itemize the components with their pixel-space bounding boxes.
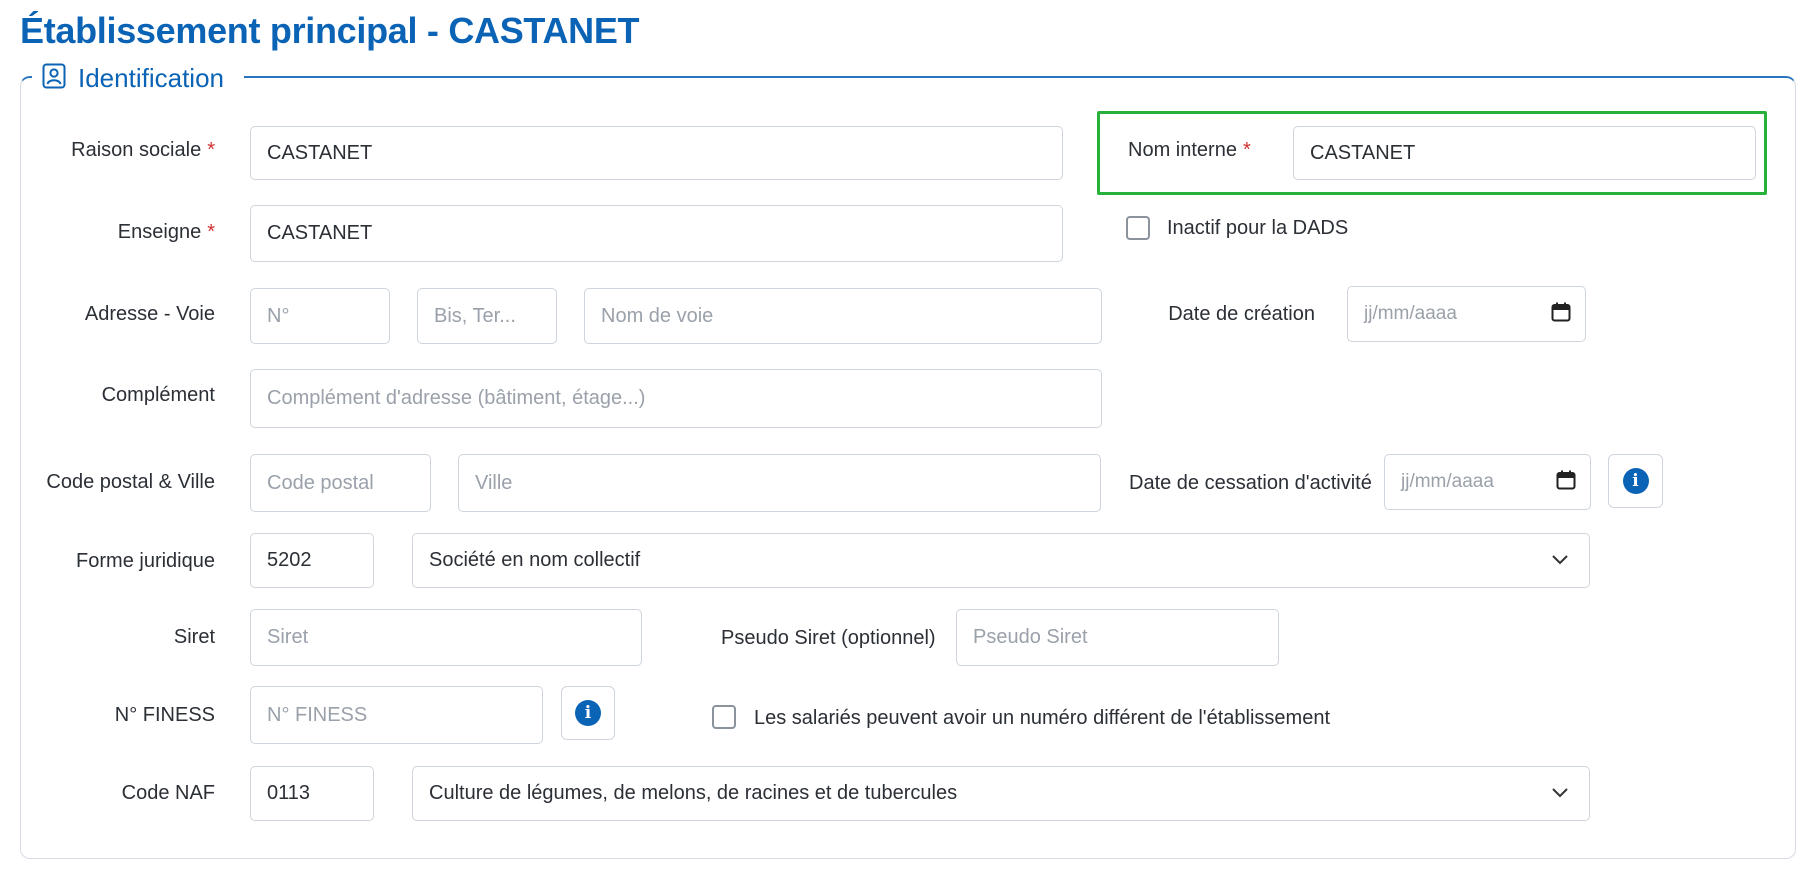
- code-naf-code-input[interactable]: [250, 766, 374, 821]
- section-title: Identification: [78, 62, 224, 93]
- date-creation-placeholder: jj/mm/aaaa: [1364, 303, 1457, 324]
- code-postal-ville-label: Code postal & Ville: [46, 471, 215, 493]
- nom-interne-input[interactable]: [1293, 126, 1756, 180]
- section-legend: Identification: [32, 58, 244, 98]
- adresse-bis-input[interactable]: [417, 288, 557, 344]
- date-cessation-input[interactable]: jj/mm/aaaa: [1384, 454, 1591, 510]
- info-icon: i: [575, 700, 601, 726]
- chevron-down-icon: [1551, 549, 1569, 572]
- code-naf-select[interactable]: Culture de légumes, de melons, de racine…: [412, 766, 1590, 821]
- nom-interne-label: Nom interne *: [1128, 139, 1251, 161]
- inactif-dads-label: Inactif pour la DADS: [1167, 217, 1349, 239]
- enseigne-input[interactable]: [250, 205, 1063, 262]
- required-mark: *: [207, 221, 215, 243]
- salaries-numero-label: Les salariés peuvent avoir un numéro dif…: [754, 707, 1331, 729]
- raison-sociale-input[interactable]: [250, 126, 1063, 180]
- forme-juridique-code-input[interactable]: [250, 533, 374, 588]
- siret-label: Siret: [173, 626, 215, 648]
- info-icon: i: [1622, 468, 1649, 494]
- calendar-icon[interactable]: [1551, 302, 1571, 327]
- complement-label: Complément: [101, 384, 215, 406]
- date-cessation-info-button[interactable]: i: [1608, 454, 1663, 508]
- adresse-numero-input[interactable]: [250, 288, 390, 344]
- date-cessation-label: Date de cessation d'activité: [1129, 472, 1372, 494]
- user-badge-icon: [42, 63, 66, 94]
- chevron-down-icon: [1551, 782, 1569, 805]
- forme-juridique-selected: Société en nom collectif: [429, 549, 641, 571]
- date-creation-label: Date de création: [1168, 303, 1315, 325]
- code-naf-selected: Culture de légumes, de melons, de racine…: [429, 782, 958, 804]
- code-postal-input[interactable]: [250, 454, 431, 512]
- complement-input[interactable]: [250, 369, 1102, 428]
- ville-input[interactable]: [458, 454, 1101, 512]
- adresse-label: Adresse - Voie: [84, 303, 215, 325]
- required-mark: *: [1242, 139, 1251, 161]
- calendar-icon[interactable]: [1556, 470, 1576, 495]
- page-title: Établissement principal - CASTANET: [20, 10, 640, 51]
- finess-info-button[interactable]: i: [561, 686, 615, 740]
- adresse-voie-input[interactable]: [584, 288, 1102, 344]
- siret-input[interactable]: [250, 609, 642, 666]
- date-cessation-placeholder: jj/mm/aaaa: [1401, 471, 1494, 492]
- code-naf-label: Code NAF: [121, 782, 215, 804]
- pseudo-siret-input[interactable]: [956, 609, 1279, 666]
- finess-input[interactable]: [250, 686, 543, 744]
- salaries-numero-checkbox[interactable]: [712, 705, 736, 729]
- enseigne-label: Enseigne *: [117, 221, 215, 243]
- required-mark: *: [207, 139, 215, 161]
- pseudo-siret-label: Pseudo Siret (optionnel): [721, 627, 936, 649]
- finess-label: N° FINESS: [114, 704, 215, 726]
- forme-juridique-select[interactable]: Société en nom collectif: [412, 533, 1590, 588]
- date-creation-input[interactable]: jj/mm/aaaa: [1347, 286, 1586, 342]
- raison-sociale-label: Raison sociale *: [71, 139, 215, 161]
- inactif-dads-checkbox[interactable]: [1126, 216, 1150, 240]
- forme-juridique-label: Forme juridique: [76, 550, 215, 572]
